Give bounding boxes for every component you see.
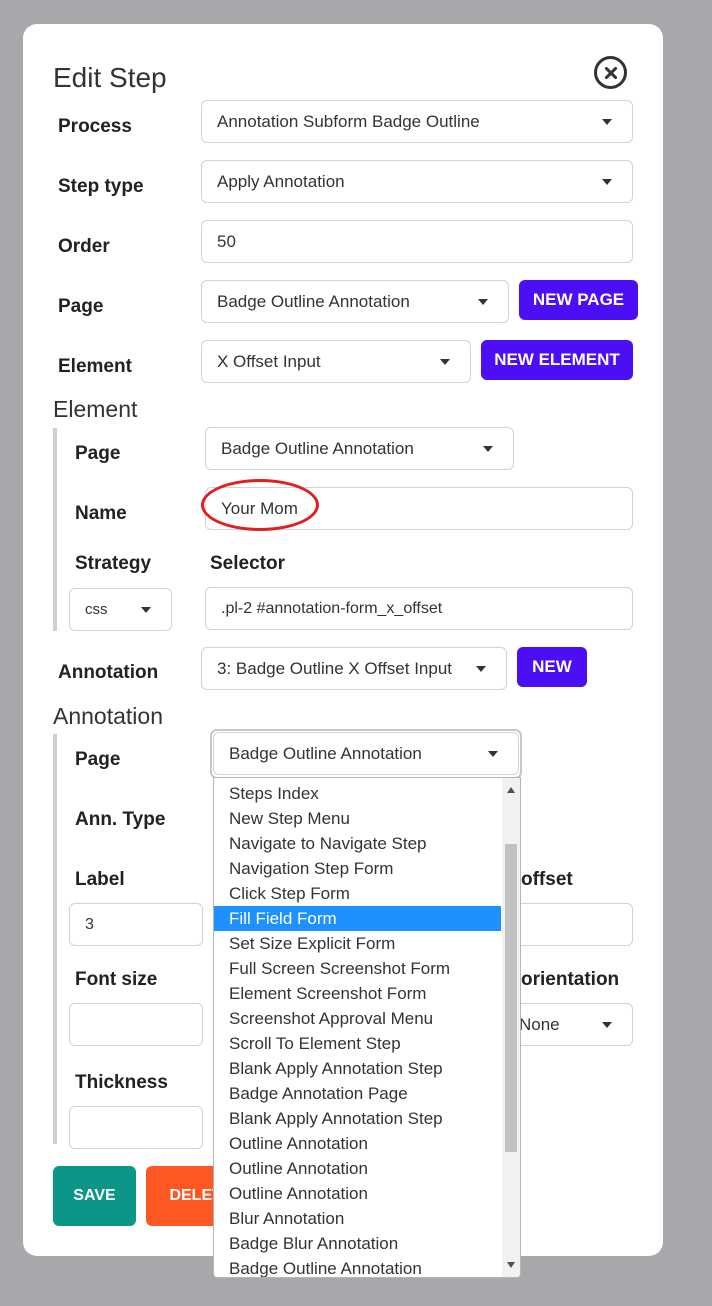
annotation-page-select[interactable]: Badge Outline Annotation (213, 732, 519, 775)
annotation-value: 3: Badge Outline X Offset Input (217, 659, 453, 678)
selector-input[interactable]: .pl-2 #annotation-form_x_offset (205, 587, 633, 630)
element-section-heading: Element (53, 396, 138, 422)
dropdown-scrollbar[interactable] (502, 778, 520, 1277)
selector-value: .pl-2 #annotation-form_x_offset (221, 600, 443, 617)
offset-input[interactable] (503, 903, 633, 946)
annotation-select[interactable]: 3: Badge Outline X Offset Input (201, 647, 507, 690)
dropdown-option[interactable]: Click Step Form (214, 881, 501, 906)
step-type-label: Step type (58, 176, 144, 197)
dropdown-option[interactable]: Blank Apply Annotation Step (214, 1056, 501, 1081)
scroll-thumb[interactable] (505, 844, 517, 1152)
dropdown-option[interactable]: New Step Menu (214, 806, 501, 831)
page-dropdown-options: Steps Index New Step Menu Navigate to Navi… (214, 781, 501, 1277)
element-select[interactable]: X Offset Input (201, 340, 471, 383)
dropdown-option[interactable]: Fill Field Form (214, 906, 501, 931)
offset-label: offset (521, 869, 573, 890)
element-page-value: Badge Outline Annotation (221, 439, 414, 458)
step-type-value: Apply Annotation (217, 172, 345, 191)
annotation-label: Annotation (58, 662, 159, 683)
dropdown-option[interactable]: Full Screen Screenshot Form (214, 956, 501, 981)
dropdown-option[interactable]: Outline Annotation (214, 1131, 501, 1156)
page-value: Badge Outline Annotation (217, 292, 410, 311)
annotation-section-heading: Annotation (53, 703, 163, 729)
element-page-select[interactable]: Badge Outline Annotation (205, 427, 514, 470)
element-page-label: Page (75, 443, 121, 464)
process-value: Annotation Subform Badge Outline (217, 112, 480, 131)
orientation-value: None (519, 1015, 560, 1034)
thickness-input[interactable] (69, 1106, 203, 1149)
order-label: Order (58, 236, 110, 257)
orientation-label: orientation (521, 969, 620, 990)
scroll-up-icon[interactable] (507, 787, 515, 793)
label-input-value: 3 (85, 916, 94, 933)
dropdown-option[interactable]: Navigate to Navigate Step (214, 831, 501, 856)
strategy-label: Strategy (75, 553, 152, 574)
dropdown-option[interactable]: Screenshot Approval Menu (214, 1006, 501, 1031)
order-input[interactable]: 50 (201, 220, 633, 263)
dropdown-option[interactable]: Navigation Step Form (214, 856, 501, 881)
element-section-bar (53, 428, 57, 631)
dropdown-option[interactable]: Steps Index (214, 781, 501, 806)
dropdown-option[interactable]: Blur Annotation (214, 1206, 501, 1231)
dropdown-option[interactable]: Set Size Explicit Form (214, 931, 501, 956)
red-annotation-circle (201, 479, 319, 531)
dropdown-option[interactable]: Scroll To Element Step (214, 1031, 501, 1056)
new-annotation-button[interactable]: NEW (517, 647, 587, 687)
strategy-select[interactable]: css (69, 588, 172, 631)
dropdown-option[interactable]: Badge Blur Annotation (214, 1231, 501, 1256)
selector-label: Selector (210, 553, 285, 574)
orientation-select[interactable]: None (503, 1003, 633, 1046)
dialog-title: Edit Step (53, 62, 167, 93)
dropdown-option[interactable]: Badge Outline Annotation (214, 1256, 501, 1277)
label-field-label: Label (75, 869, 125, 890)
process-label: Process (58, 116, 132, 137)
element-label: Element (58, 356, 132, 377)
element-value: X Offset Input (217, 352, 321, 371)
new-page-button[interactable]: NEW PAGE (519, 280, 638, 320)
save-button[interactable]: SAVE (53, 1166, 136, 1226)
dropdown-option[interactable]: Outline Annotation (214, 1156, 501, 1181)
order-value: 50 (217, 232, 236, 251)
annotation-page-value: Badge Outline Annotation (229, 744, 422, 763)
strategy-value: css (85, 601, 108, 618)
close-icon[interactable] (594, 56, 627, 89)
page-select[interactable]: Badge Outline Annotation (201, 280, 509, 323)
dropdown-option[interactable]: Blank Apply Annotation Step (214, 1106, 501, 1131)
dropdown-option[interactable]: Badge Annotation Page (214, 1081, 501, 1106)
thickness-label: Thickness (75, 1072, 168, 1093)
process-select[interactable]: Annotation Subform Badge Outline (201, 100, 633, 143)
dropdown-option[interactable]: Element Screenshot Form (214, 981, 501, 1006)
font-size-input[interactable] (69, 1003, 203, 1046)
dropdown-option[interactable]: Outline Annotation (214, 1181, 501, 1206)
scroll-down-icon[interactable] (507, 1262, 515, 1268)
element-name-label: Name (75, 503, 127, 524)
page-label: Page (58, 296, 104, 317)
annotation-section-bar (53, 734, 57, 1144)
label-input[interactable]: 3 (69, 903, 203, 946)
page-dropdown-list[interactable]: Steps Index New Step Menu Navigate to Navi… (213, 777, 521, 1278)
step-type-select[interactable]: Apply Annotation (201, 160, 633, 203)
new-element-button[interactable]: NEW ELEMENT (481, 340, 633, 380)
annotation-page-label: Page (75, 749, 121, 770)
ann-type-label: Ann. Type (75, 809, 166, 830)
font-size-label: Font size (75, 969, 158, 990)
